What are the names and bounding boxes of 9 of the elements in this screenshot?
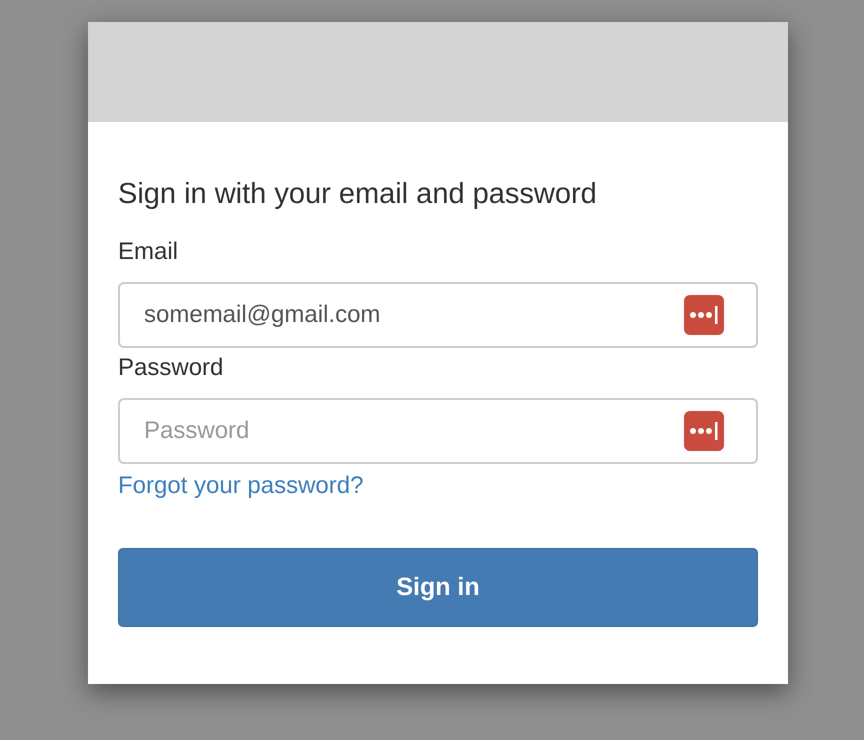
sign-in-button[interactable]: Sign in <box>118 548 758 627</box>
sign-in-heading: Sign in with your email and password <box>118 177 598 212</box>
field-label: Email <box>118 237 180 267</box>
forgot-password-link[interactable]: Forgot your password? <box>118 468 364 504</box>
field-label: Password <box>118 353 224 383</box>
input-field[interactable]: somemail@gmail.com <box>118 282 758 348</box>
dots-icon[interactable] <box>684 411 724 451</box>
dots-icon[interactable] <box>684 295 724 335</box>
input-field[interactable]: Password <box>118 398 758 464</box>
